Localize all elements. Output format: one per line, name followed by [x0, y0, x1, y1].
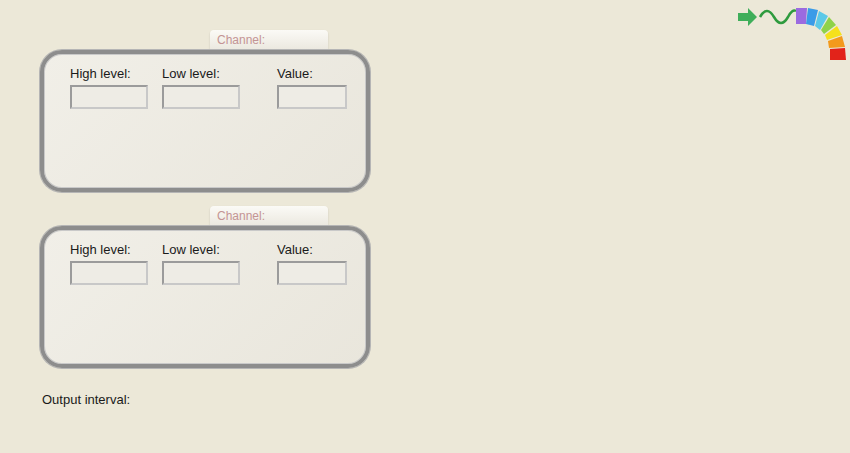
- channel-panel: High level:Low level:Value:: [40, 226, 370, 368]
- level-field: Low level:: [162, 66, 277, 109]
- field-label: Low level:: [162, 242, 277, 257]
- field-label: Value:: [277, 66, 349, 81]
- page: Channel:High level:Low level:Value:Chann…: [0, 0, 850, 453]
- field-label: High level:: [70, 242, 162, 257]
- channel-panel: High level:Low level:Value:: [40, 50, 370, 192]
- output-interval-label: Output interval:: [42, 392, 850, 407]
- channel-group: Channel:High level:Low level:Value:: [40, 206, 850, 368]
- field-input[interactable]: [162, 85, 240, 109]
- level-field: Value:: [277, 242, 349, 285]
- level-field: Value:: [277, 66, 349, 109]
- channel-group: Channel:High level:Low level:Value:: [40, 30, 850, 192]
- field-input[interactable]: [277, 85, 347, 109]
- channel-tab: Channel:: [210, 206, 328, 226]
- level-field: High level:: [70, 242, 162, 285]
- field-input[interactable]: [277, 261, 347, 285]
- channel-tab: Channel:: [210, 30, 328, 50]
- field-input[interactable]: [70, 261, 148, 285]
- field-input[interactable]: [162, 261, 240, 285]
- level-field: High level:: [70, 66, 162, 109]
- field-label: Value:: [277, 242, 349, 257]
- rainbow-logo-icon: [738, 4, 850, 70]
- field-input[interactable]: [70, 85, 148, 109]
- field-label: Low level:: [162, 66, 277, 81]
- level-field: Low level:: [162, 242, 277, 285]
- field-label: High level:: [70, 66, 162, 81]
